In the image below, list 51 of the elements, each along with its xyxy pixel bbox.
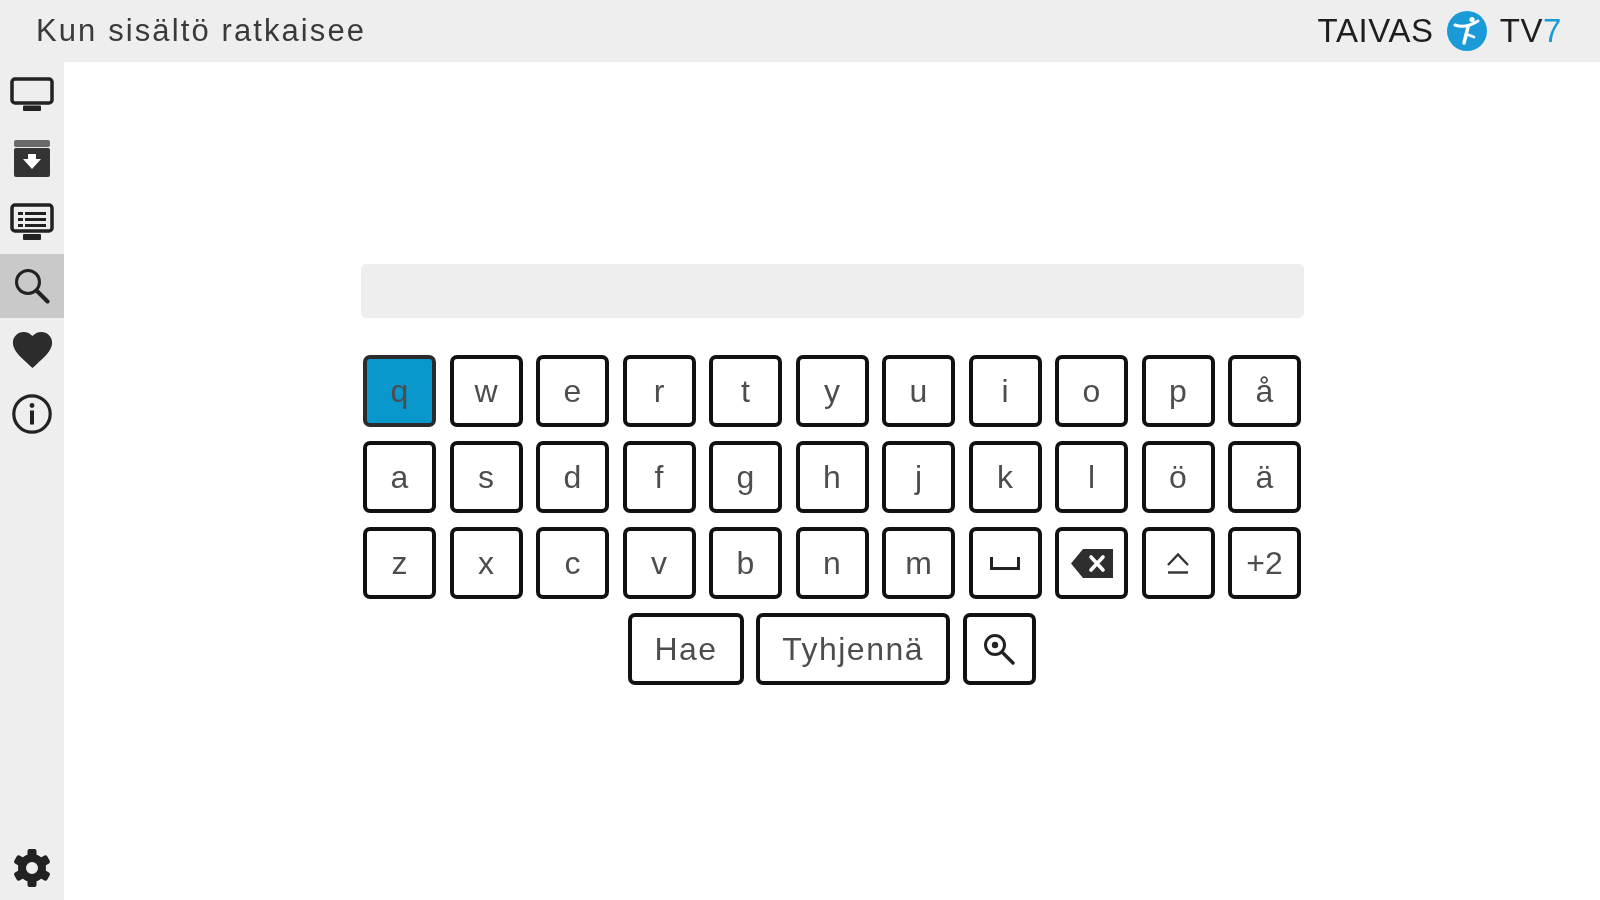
keyboard-key[interactable]: h	[795, 441, 869, 513]
keyboard-key[interactable]: s	[449, 441, 523, 513]
keyboard-key[interactable]: o	[1055, 355, 1128, 427]
keyboard-key[interactable]: n	[795, 527, 869, 599]
keyboard-key[interactable]: u	[882, 355, 955, 427]
keyboard-key[interactable]: y	[795, 355, 869, 427]
channel-name: TV7	[1499, 12, 1562, 50]
keyboard-key[interactable]: x	[449, 527, 523, 599]
keyboard-key[interactable]: w	[449, 355, 523, 427]
brand-name: TAIVAS	[1317, 12, 1434, 50]
page-title: Kun sisältö ratkaisee	[36, 13, 367, 49]
backspace-key[interactable]	[1055, 527, 1128, 599]
keyboard-key[interactable]: ä	[1228, 441, 1301, 513]
settings-icon	[12, 848, 52, 888]
shift-icon	[1166, 552, 1190, 574]
monitor-icon	[10, 77, 54, 111]
keyboard-key[interactable]: l	[1055, 441, 1128, 513]
clear-button[interactable]: Tyhjennä	[756, 613, 951, 685]
keyboard-key[interactable]: v	[622, 527, 696, 599]
keyboard-key[interactable]: b	[709, 527, 782, 599]
keyboard-key[interactable]: d	[536, 441, 609, 513]
box-arrow-down-icon	[13, 139, 51, 177]
logo-mark-icon	[1446, 11, 1487, 51]
space-key[interactable]	[968, 527, 1042, 599]
submit-button[interactable]: Hae	[628, 613, 744, 685]
keyboard-key[interactable]: f	[622, 441, 696, 513]
keyboard-key[interactable]: k	[968, 441, 1042, 513]
sidebar-item[interactable]	[0, 254, 64, 318]
keyboard-key[interactable]: a	[363, 441, 436, 513]
keyboard-key[interactable]: p	[1141, 355, 1215, 427]
search-key[interactable]	[962, 613, 1036, 685]
keyboard-key[interactable]: t	[709, 355, 782, 427]
info-icon	[12, 394, 52, 434]
search-icon	[983, 633, 1016, 665]
keyboard-key[interactable]: ö	[1141, 441, 1215, 513]
keyboard-key[interactable]: j	[882, 441, 955, 513]
keyboard-key[interactable]: c	[536, 527, 609, 599]
keyboard-key[interactable]: z	[363, 527, 436, 599]
keyboard-key[interactable]: e	[536, 355, 609, 427]
keyboard-key[interactable]: r	[622, 355, 696, 427]
keyboard-key[interactable]: m	[882, 527, 955, 599]
space-bar-icon	[990, 556, 1020, 570]
keyboard-key[interactable]: i	[968, 355, 1042, 427]
search-icon	[14, 268, 50, 304]
backspace-icon	[1070, 548, 1113, 578]
keyboard-key[interactable]: g	[709, 441, 782, 513]
shift-key[interactable]	[1141, 527, 1215, 599]
keyboard-key[interactable]: +2	[1228, 527, 1301, 599]
monitor-list-icon	[10, 203, 54, 241]
keyboard-key[interactable]: å	[1228, 355, 1301, 427]
heart-icon	[11, 332, 53, 368]
